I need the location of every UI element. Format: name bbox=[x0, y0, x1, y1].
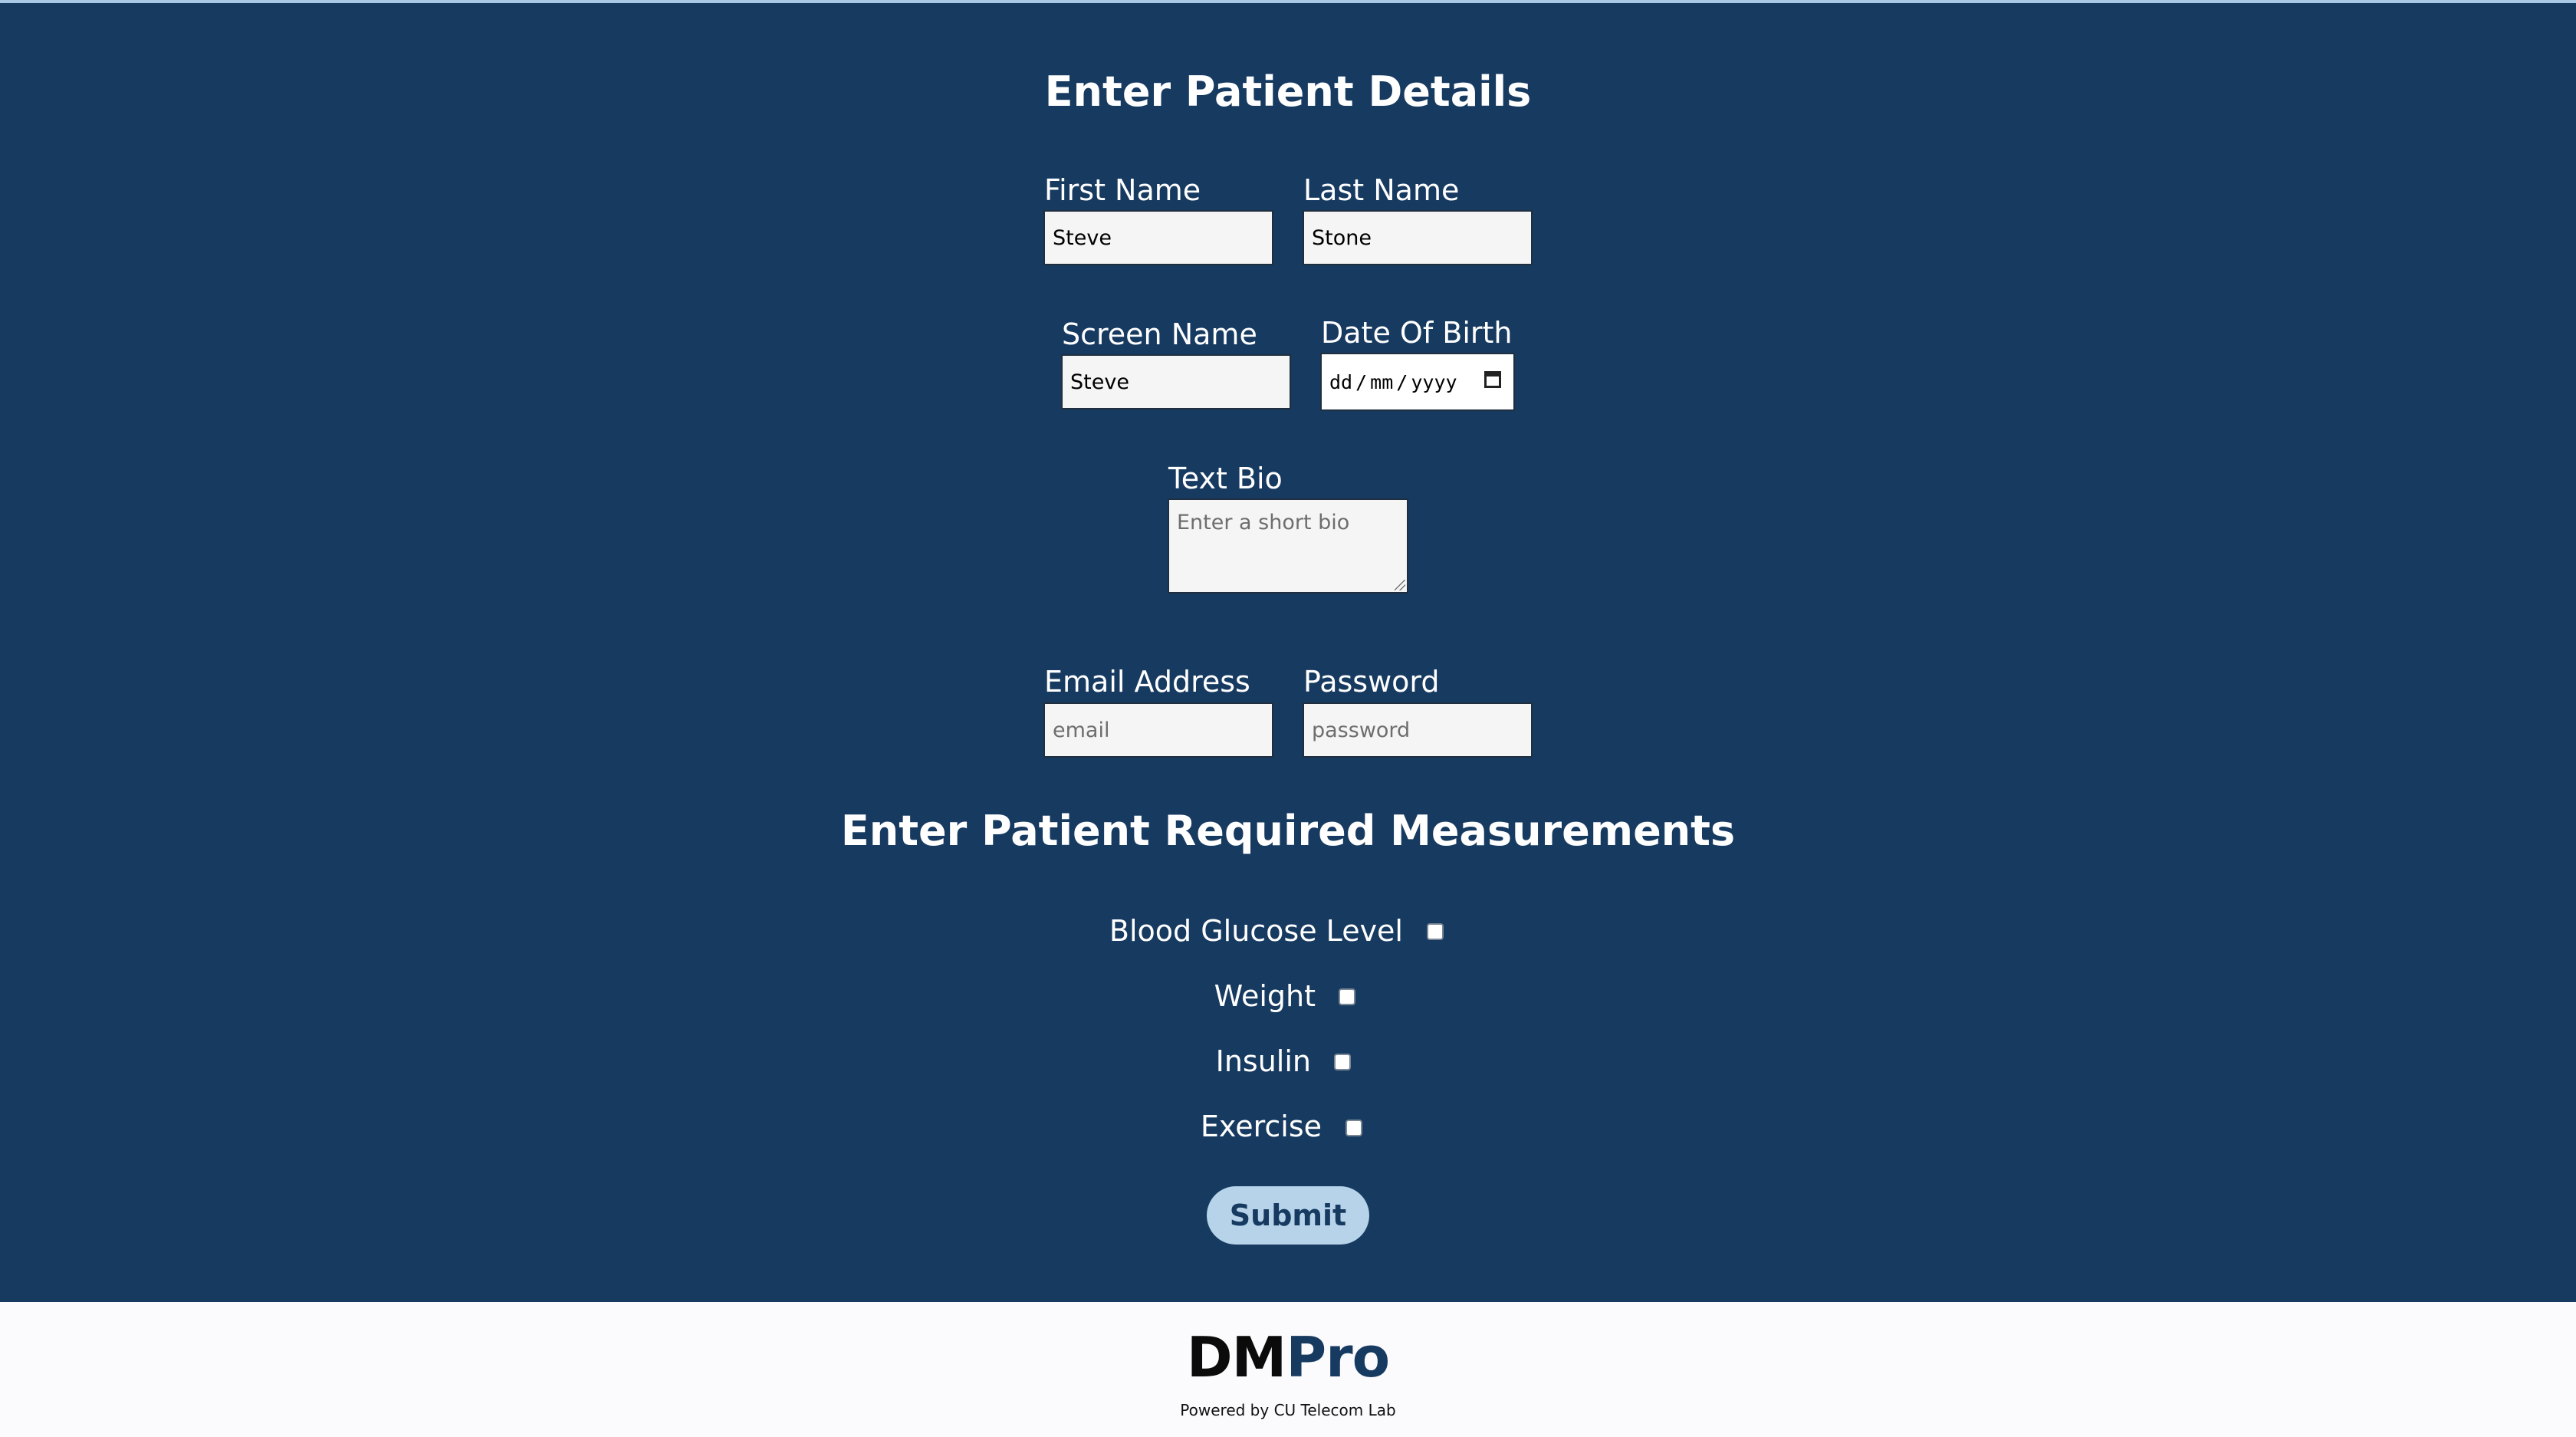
text-bio-textarea[interactable] bbox=[1168, 498, 1408, 594]
submit-button[interactable]: Submit bbox=[1207, 1186, 1369, 1245]
screen-name-input[interactable] bbox=[1061, 354, 1291, 409]
measurements-heading: Enter Patient Required Measurements bbox=[840, 807, 1736, 855]
exercise-checkbox[interactable] bbox=[1346, 1120, 1362, 1136]
last-name-input[interactable] bbox=[1303, 210, 1533, 265]
resize-handle-icon[interactable] bbox=[1395, 580, 1405, 590]
patient-form-section: Enter Patient Details First Name Last Na… bbox=[0, 0, 2576, 1302]
date-of-birth-input[interactable]: dd / mm / yyyy bbox=[1320, 353, 1515, 411]
email-input[interactable] bbox=[1043, 702, 1273, 758]
last-name-label: Last Name bbox=[1303, 173, 1460, 207]
dmpro-logo: DMPro bbox=[0, 1325, 2576, 1389]
date-month-segment[interactable]: mm bbox=[1370, 371, 1393, 393]
blood-glucose-label: Blood Glucose Level bbox=[1109, 914, 1403, 948]
logo-text-pro: Pro bbox=[1286, 1325, 1390, 1389]
insulin-checkbox[interactable] bbox=[1334, 1054, 1351, 1070]
date-separator: / bbox=[1355, 370, 1368, 393]
password-label: Password bbox=[1303, 665, 1440, 699]
date-day-segment[interactable]: dd bbox=[1329, 371, 1352, 393]
insulin-label: Insulin bbox=[1215, 1044, 1311, 1078]
date-separator: / bbox=[1396, 370, 1408, 393]
footer-tagline: Powered by CU Telecom Lab bbox=[1180, 1401, 1396, 1419]
date-of-birth-label: Date Of Birth bbox=[1321, 316, 1513, 350]
weight-label: Weight bbox=[1214, 979, 1316, 1013]
weight-checkbox[interactable] bbox=[1339, 988, 1355, 1005]
blood-glucose-checkbox[interactable] bbox=[1427, 923, 1444, 940]
email-label: Email Address bbox=[1044, 665, 1250, 699]
date-year-segment[interactable]: yyyy bbox=[1411, 371, 1457, 393]
first-name-input[interactable] bbox=[1043, 210, 1273, 265]
exercise-label: Exercise bbox=[1200, 1110, 1322, 1143]
password-input[interactable] bbox=[1303, 702, 1533, 758]
screen-name-label: Screen Name bbox=[1062, 317, 1257, 351]
logo-text-dm: DM bbox=[1186, 1325, 1286, 1389]
patient-details-heading: Enter Patient Details bbox=[1044, 67, 1532, 116]
text-bio-label: Text Bio bbox=[1168, 462, 1283, 495]
calendar-icon[interactable] bbox=[1484, 371, 1501, 388]
first-name-label: First Name bbox=[1044, 173, 1201, 207]
